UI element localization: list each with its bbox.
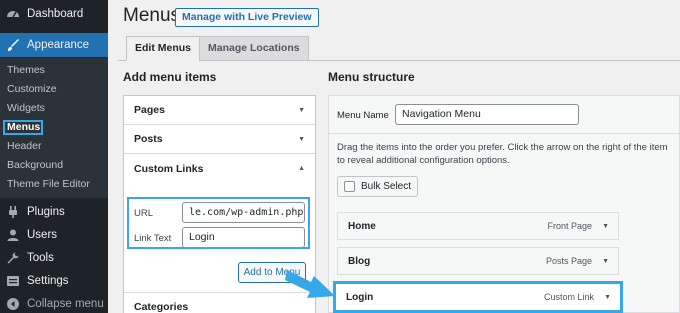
submenu-item-header[interactable]: Header [0, 137, 108, 156]
accordion-label: Pages [134, 104, 165, 116]
menu-item-type: Posts Page [545, 256, 592, 266]
admin-sidebar: Dashboard Appearance Themes Customize Wi… [0, 0, 108, 313]
tab-edit-menus[interactable]: Edit Menus [126, 36, 201, 61]
drag-instructions: Drag the items into the order you prefer… [337, 142, 668, 166]
sidebar-item-tools[interactable]: Tools [0, 246, 108, 270]
menu-item-type: Front Page [547, 221, 592, 231]
page-title: Menus [123, 5, 181, 26]
menu-name-bar: Menu Name Navigation Menu [329, 96, 679, 134]
sidebar-item-label: Settings [27, 275, 69, 287]
url-input[interactable]: le.com/wp-admin.php [182, 202, 305, 223]
caret-down-icon[interactable]: ▼ [602, 223, 609, 230]
url-label: URL [134, 208, 154, 219]
submenu-item-menus[interactable]: Menus [0, 118, 108, 137]
sidebar-item-label: Appearance [27, 39, 90, 51]
add-menu-items-heading: Add menu items [123, 70, 217, 84]
accordion-custom-links[interactable]: Custom Links ▲ [124, 154, 315, 183]
caret-down-icon[interactable]: ▼ [602, 258, 609, 265]
submenu-item-themes[interactable]: Themes [0, 61, 108, 80]
menu-name-label: Menu Name [337, 110, 389, 121]
caret-up-icon: ▲ [298, 165, 305, 172]
dashboard-icon [7, 11, 19, 18]
collapse-icon [7, 298, 19, 310]
sidebar-item-settings[interactable]: Settings [0, 269, 108, 293]
accordion-pages[interactable]: Pages ▼ [124, 96, 315, 125]
menu-item-type: Custom Link [543, 292, 594, 302]
caret-down-icon[interactable]: ▼ [604, 294, 611, 301]
wrench-icon [7, 252, 19, 264]
menu-structure-panel: Menu Name Navigation Menu Drag the items… [328, 95, 680, 313]
appearance-submenu: Themes Customize Widgets Menus Header Ba… [0, 58, 108, 198]
settings-icon [7, 276, 19, 286]
submenu-item-background[interactable]: Background [0, 156, 108, 175]
plugin-icon [9, 206, 17, 218]
live-preview-button[interactable]: Manage with Live Preview [175, 8, 319, 27]
submenu-item-label: Menus [7, 121, 41, 133]
accordion-posts[interactable]: Posts ▼ [124, 125, 315, 154]
submenu-item-customize[interactable]: Customize [0, 80, 108, 99]
pointer-arrow-icon [285, 270, 335, 298]
accordion-label: Custom Links [134, 162, 204, 175]
menu-item-blog[interactable]: Blog Posts Page ▼ [337, 247, 619, 275]
collapse-menu-button[interactable]: Collapse menu [0, 292, 108, 313]
link-text-input[interactable]: Login [182, 227, 305, 248]
sidebar-item-label: Users [27, 229, 58, 241]
link-text-label: Link Text [134, 233, 172, 244]
accordion-label: Categories [134, 300, 189, 313]
sidebar-item-dashboard[interactable]: Dashboard [0, 2, 108, 26]
menu-item-title: Home [348, 220, 376, 232]
bulk-select-button[interactable]: Bulk Select [337, 176, 419, 197]
menu-name-input[interactable]: Navigation Menu [395, 104, 579, 125]
submenu-item-widgets[interactable]: Widgets [0, 99, 108, 118]
menu-item-title: Login [346, 291, 374, 303]
bulk-select-label: Bulk Select [361, 181, 412, 192]
menu-item-home[interactable]: Home Front Page ▼ [337, 212, 619, 240]
sidebar-item-label: Plugins [27, 206, 65, 218]
sidebar-item-label: Dashboard [27, 8, 84, 20]
menu-item-title: Blog [348, 255, 371, 267]
menu-item-login[interactable]: Login Custom Link ▼ [333, 281, 623, 313]
paintbrush-icon [8, 39, 19, 51]
menu-structure-heading: Menu structure [328, 70, 415, 84]
users-icon [7, 229, 19, 241]
caret-down-icon: ▼ [298, 106, 305, 114]
submenu-item-theme-file-editor[interactable]: Theme File Editor [0, 175, 108, 194]
sidebar-item-plugins[interactable]: Plugins [0, 200, 108, 224]
sidebar-item-appearance[interactable]: Appearance [0, 33, 108, 57]
sidebar-item-users[interactable]: Users [0, 223, 108, 247]
accordion-label: Posts [134, 133, 163, 145]
sidebar-item-label: Tools [27, 252, 54, 264]
sidebar-item-label: Collapse menu [27, 298, 104, 310]
caret-down-icon: ▼ [298, 135, 305, 143]
tab-manage-locations[interactable]: Manage Locations [199, 36, 309, 61]
bulk-select-checkbox[interactable] [344, 181, 355, 192]
